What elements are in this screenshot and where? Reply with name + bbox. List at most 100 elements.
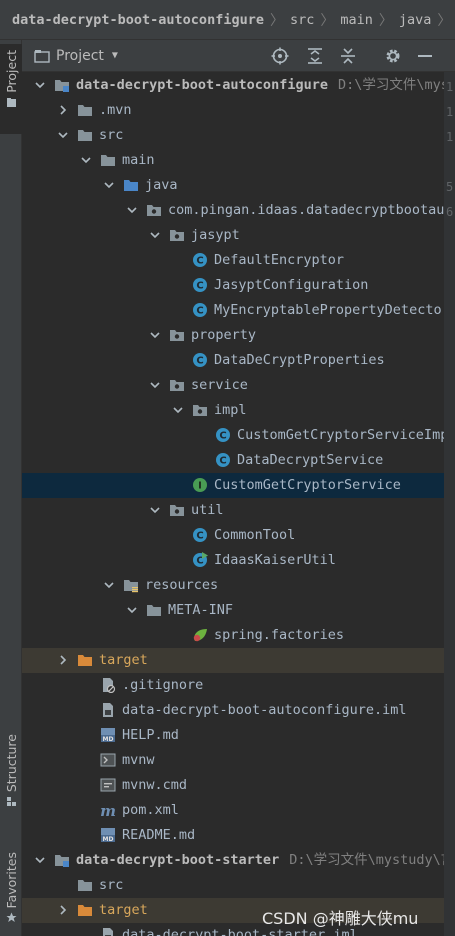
chevron-down-icon[interactable] (57, 129, 69, 141)
breadcrumb-item[interactable]: main (340, 12, 373, 28)
tree-item-name: .mvn (99, 102, 132, 118)
chevron-down-icon[interactable] (34, 854, 46, 866)
project-tree[interactable]: data-decrypt-boot-autoconfigure D:\学习文件\m… (22, 72, 444, 936)
spring-icon (193, 629, 207, 642)
tree-row[interactable]: m pom.xml (22, 798, 444, 823)
tree-row[interactable]: src (22, 873, 444, 898)
tree-row[interactable]: service (22, 373, 444, 398)
chevron-right-icon[interactable] (57, 654, 69, 666)
tree-row[interactable]: MD README.md (22, 823, 444, 848)
chevron-right-icon[interactable] (57, 904, 69, 916)
tree-item-label: service (191, 377, 248, 394)
tree-item-name: src (99, 127, 124, 143)
chevron-down-icon[interactable] (149, 504, 161, 516)
tree-row[interactable]: impl (22, 398, 444, 423)
class-icon: C (216, 428, 230, 442)
tree-row[interactable]: data-decrypt-boot-starter D:\学习文件\mystudy… (22, 848, 444, 873)
tree-row[interactable]: data-decrypt-boot-autoconfigure D:\学习文件\m… (22, 73, 444, 98)
chevron-down-icon[interactable] (34, 79, 46, 91)
tree-item-label: data-decrypt-boot-autoconfigure D:\学习文件\m… (76, 77, 444, 94)
tree-row[interactable]: target (22, 648, 444, 673)
package-icon (193, 405, 207, 416)
chevron-down-icon[interactable] (149, 329, 161, 341)
breadcrumb-separator: 〉 (320, 12, 335, 29)
tree-row[interactable]: resources (22, 573, 444, 598)
tree-row[interactable]: main (22, 148, 444, 173)
tree-row[interactable]: jasypt (22, 223, 444, 248)
tree-row[interactable]: C DataDecryptService (22, 448, 444, 473)
expand-all-button[interactable] (305, 46, 325, 66)
settings-button[interactable] (383, 46, 403, 66)
chevron-down-icon[interactable] (80, 154, 92, 166)
tree-item-label: pom.xml (122, 802, 179, 819)
tree-row[interactable]: C CustomGetCryptorServiceImp (22, 423, 444, 448)
tree-row[interactable]: spring.factories (22, 623, 444, 648)
tree-row[interactable]: java (22, 173, 444, 198)
package-icon (170, 230, 184, 241)
chevron-right-icon[interactable] (57, 104, 69, 116)
breadcrumb-item[interactable]: data-decrypt-boot-autoconfigure (12, 12, 264, 28)
svg-text:C: C (219, 456, 226, 467)
tree-item-label: main (122, 152, 155, 169)
breadcrumb-item[interactable]: src (290, 12, 314, 28)
tree-row[interactable]: data-decrypt-boot-autoconfigure.iml (22, 698, 444, 723)
tab-favorites-label: Favorites (3, 852, 19, 909)
tree-item-label: target (99, 652, 148, 669)
chevron-down-icon: ▼ (111, 50, 118, 61)
chevron-down-icon[interactable] (172, 404, 184, 416)
chevron-down-icon[interactable] (149, 379, 161, 391)
project-tab-icon (6, 97, 16, 107)
tree-item-name: main (122, 152, 155, 168)
project-panel-header: Project ▼ (22, 40, 455, 72)
tree-item-name: resources (145, 577, 219, 593)
tree-row[interactable]: util (22, 498, 444, 523)
collapse-all-button[interactable] (338, 46, 358, 66)
tree-item-label: DataDeCryptProperties (214, 352, 385, 369)
tree-item-label: spring.factories (214, 627, 344, 644)
tree-row[interactable]: META-INF (22, 598, 444, 623)
tab-structure[interactable]: Structure (0, 730, 22, 830)
chevron-down-icon[interactable] (103, 579, 115, 591)
breadcrumb-item[interactable]: java (399, 12, 432, 28)
left-tool-strip: Project Structure Favorites (0, 40, 22, 936)
source-folder-icon (124, 180, 138, 191)
chevron-down-icon[interactable] (126, 204, 138, 216)
tree-row[interactable]: MD HELP.md (22, 723, 444, 748)
tab-favorites[interactable]: Favorites (0, 848, 22, 936)
class-icon: C (193, 303, 207, 317)
tree-item-name: DataDecryptService (237, 452, 384, 468)
tree-item-name: com.pingan.idaas.datadecryptbootaut (168, 202, 444, 218)
tree-row[interactable]: mvnw.cmd (22, 773, 444, 798)
tree-row[interactable]: .gitignore (22, 673, 444, 698)
tree-row[interactable]: C MyEncryptablePropertyDetector (22, 298, 444, 323)
tree-row[interactable]: mvnw (22, 748, 444, 773)
tree-row[interactable]: com.pingan.idaas.datadecryptbootaut (22, 198, 444, 223)
tree-row[interactable]: C JasyptConfiguration (22, 273, 444, 298)
chevron-down-icon[interactable] (103, 179, 115, 191)
tree-row[interactable]: C IdaasKaiserUtil (22, 548, 444, 573)
folder-icon (101, 155, 115, 166)
tree-row[interactable]: .mvn (22, 98, 444, 123)
tab-project[interactable]: Project (0, 44, 22, 134)
tree-item-name: data-decrypt-boot-autoconfigure (76, 77, 328, 93)
tree-row[interactable]: C DefaultEncryptor (22, 248, 444, 273)
hide-panel-button[interactable] (415, 46, 435, 66)
project-view-selector[interactable]: Project ▼ (34, 48, 118, 64)
tree-item-name: jasypt (191, 227, 240, 243)
chevron-down-icon[interactable] (149, 229, 161, 241)
module-path: D:\学习文件\mystudy\言 (289, 852, 444, 868)
breadcrumb-separator: 〉 (378, 12, 393, 29)
tree-item-name: CommonTool (214, 527, 296, 543)
chevron-down-icon[interactable] (126, 604, 138, 616)
cmd-file-icon (100, 778, 116, 792)
class-icon: C (193, 278, 207, 292)
tree-row[interactable]: property (22, 323, 444, 348)
tree-item-label: DataDecryptService (237, 452, 383, 469)
package-icon (147, 205, 161, 216)
tree-row[interactable]: C DataDeCryptProperties (22, 348, 444, 373)
tree-row[interactable]: src (22, 123, 444, 148)
excluded-folder-icon (78, 655, 92, 666)
tree-row[interactable]: I CustomGetCryptorService (22, 473, 444, 498)
tree-row[interactable]: C CommonTool (22, 523, 444, 548)
locate-button[interactable] (270, 46, 290, 66)
